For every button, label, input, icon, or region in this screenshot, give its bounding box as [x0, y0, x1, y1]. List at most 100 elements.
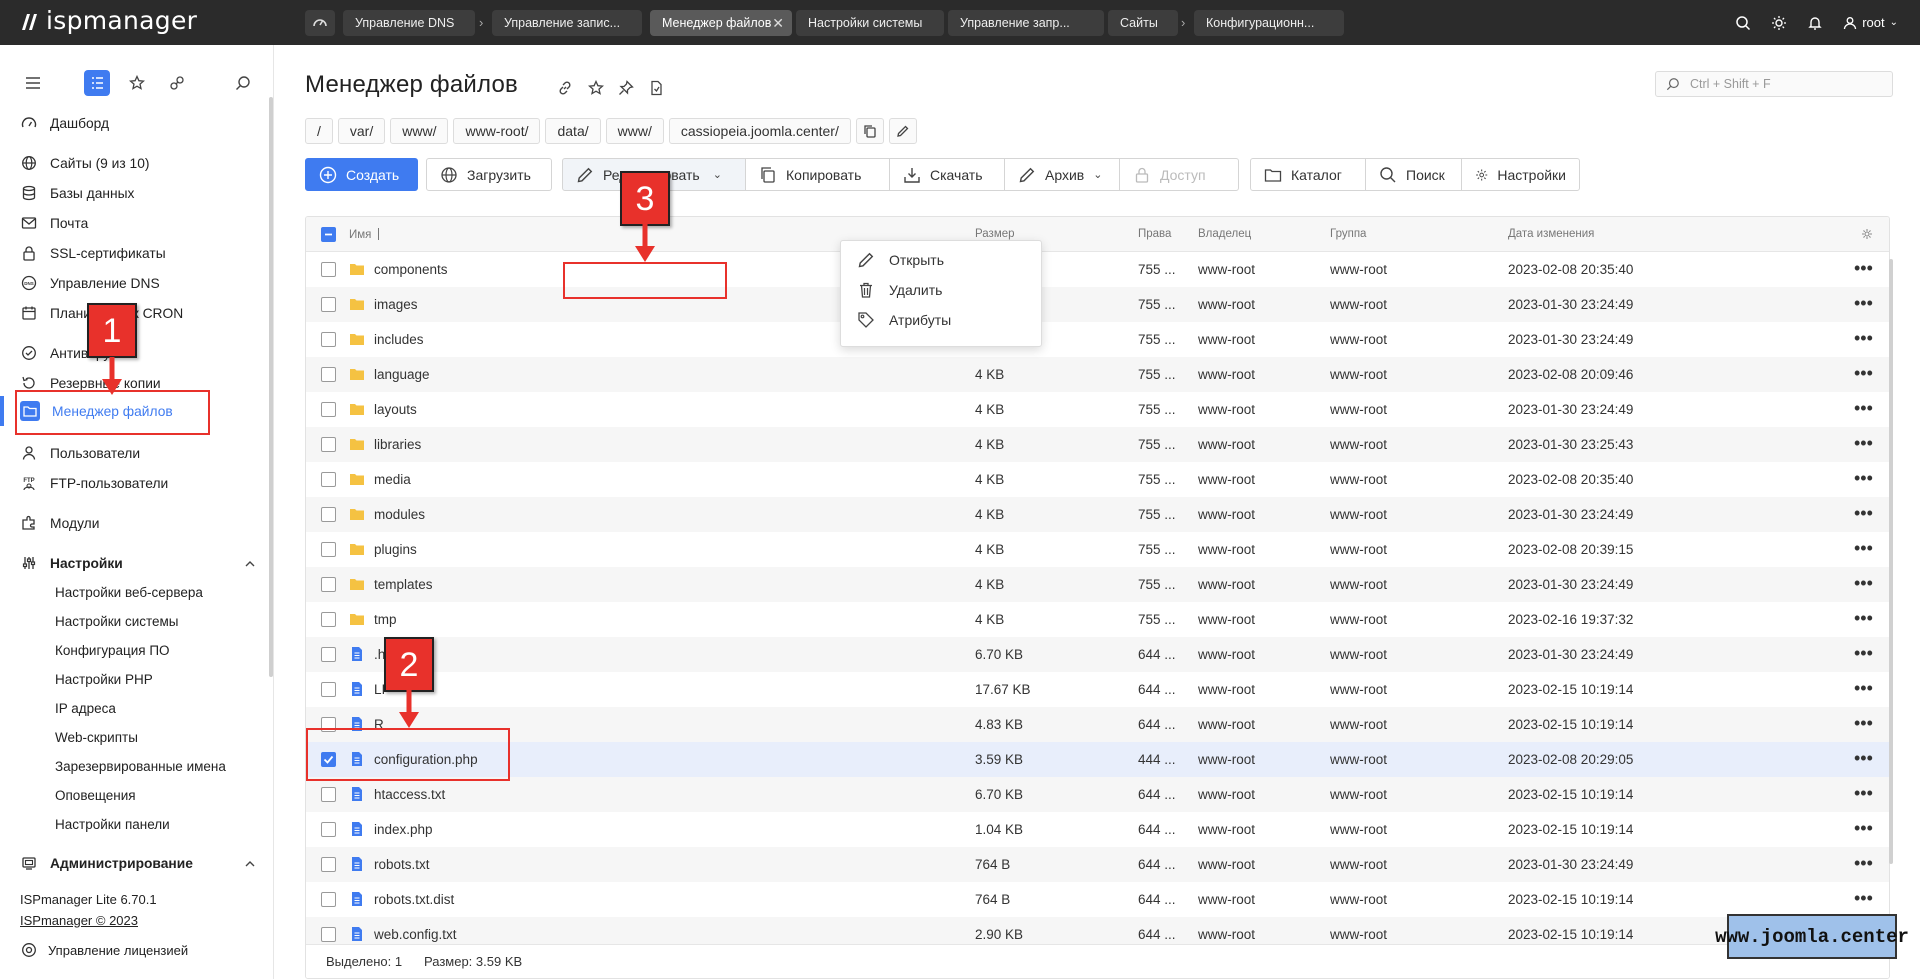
column-owner[interactable]: Владелец: [1198, 228, 1251, 240]
row-menu-icon[interactable]: •••: [1854, 644, 1873, 662]
table-row[interactable]: images4 KB755 ...www-rootwww-root2023-01…: [306, 287, 1889, 322]
table-row[interactable]: LI 17.67 KB 644 ... www-root www-root 2023-02…: [306, 672, 1889, 707]
file-name[interactable]: plugins: [374, 542, 417, 557]
download-button[interactable]: Скачать: [889, 158, 1005, 191]
chevron-up-icon[interactable]: [245, 859, 255, 869]
edit-path-button[interactable]: [888, 118, 917, 144]
file-name[interactable]: media: [374, 472, 411, 487]
menu-toggle-button[interactable]: [20, 70, 46, 96]
row-checkbox[interactable]: [321, 857, 336, 872]
row-checkbox[interactable]: [321, 297, 336, 312]
row-checkbox[interactable]: [321, 262, 336, 277]
row-checkbox[interactable]: [321, 367, 336, 382]
license-link[interactable]: Управление лицензией: [20, 937, 188, 963]
table-row[interactable]: templates 4 KB 755 ... www-root www-root 2023…: [306, 567, 1889, 602]
row-menu-icon[interactable]: •••: [1854, 819, 1873, 837]
row-menu-icon[interactable]: •••: [1854, 679, 1873, 697]
menu-item-attributes[interactable]: Атрибуты: [857, 306, 951, 334]
row-checkbox[interactable]: [321, 542, 336, 557]
sidebar-item-mail[interactable]: Почта: [20, 210, 88, 236]
breadcrumb-item[interactable]: www-root/: [453, 118, 541, 144]
table-row[interactable]: includes4 KB755 ...www-rootwww-root2023-…: [306, 322, 1889, 357]
sidebar-sub-php[interactable]: Настройки PHP: [55, 669, 153, 691]
file-name[interactable]: components: [374, 262, 448, 277]
column-modified[interactable]: Дата изменения: [1508, 228, 1594, 240]
breadcrumb-item[interactable]: cassiopeia.joomla.center/: [668, 118, 851, 144]
tab-dns[interactable]: Управление DNS: [343, 10, 475, 36]
pin-button[interactable]: [616, 78, 636, 98]
table-row[interactable]: robots.txt.dist 764 B 644 ... www-root www-r…: [306, 882, 1889, 917]
table-row[interactable]: R 4.83 KB 644 ... www-root www-root 2023-02-1…: [306, 707, 1889, 742]
row-checkbox[interactable]: [321, 892, 336, 907]
sidebar-sub-ip[interactable]: IP адреса: [55, 698, 116, 720]
tab-sites[interactable]: Сайты: [1108, 10, 1178, 36]
row-menu-icon[interactable]: •••: [1854, 784, 1873, 802]
row-checkbox[interactable]: [321, 787, 336, 802]
table-row[interactable]: libraries 4 KB 755 ... www-root www-root 2023…: [306, 427, 1889, 462]
export-button[interactable]: [646, 78, 666, 98]
row-menu-icon[interactable]: •••: [1854, 539, 1873, 557]
table-row[interactable]: components4 KB755 ...www-rootwww-root202…: [306, 252, 1889, 287]
menu-item-open[interactable]: Открыть: [857, 246, 944, 274]
copyright-link[interactable]: ISPmanager © 2023: [20, 913, 138, 928]
table-row[interactable]: .h 6.70 KB 644 ... www-root www-root 2023-01-…: [306, 637, 1889, 672]
row-menu-icon[interactable]: •••: [1854, 364, 1873, 382]
row-menu-icon[interactable]: •••: [1854, 854, 1873, 872]
sidebar-sub-notifications[interactable]: Оповещения: [55, 785, 136, 807]
copy-path-button[interactable]: [855, 118, 884, 144]
row-menu-icon[interactable]: •••: [1854, 329, 1873, 347]
file-name[interactable]: layouts: [374, 402, 417, 417]
favorites-button[interactable]: [124, 70, 150, 96]
sidebar-group-admin[interactable]: Администрирование: [20, 850, 193, 876]
table-row[interactable]: layouts 4 KB 755 ... www-root www-root 2023-0…: [306, 392, 1889, 427]
dashboard-tab-button[interactable]: [305, 10, 335, 36]
row-menu-icon[interactable]: •••: [1854, 714, 1873, 732]
sidebar-item-ssl[interactable]: SSL-сертификаты: [20, 240, 166, 266]
favorite-button[interactable]: [586, 78, 606, 98]
file-name[interactable]: index.php: [374, 822, 433, 837]
sidebar-item-users[interactable]: Пользователи: [20, 440, 140, 466]
sidebar-item-databases[interactable]: Базы данных: [20, 180, 134, 206]
column-name[interactable]: Имя: [349, 228, 388, 241]
row-checkbox[interactable]: [321, 612, 336, 627]
sidebar-sub-panel[interactable]: Настройки панели: [55, 814, 170, 836]
catalog-button[interactable]: Каталог: [1250, 158, 1366, 191]
link-button[interactable]: [555, 78, 575, 98]
row-menu-icon[interactable]: •••: [1854, 399, 1873, 417]
archive-button[interactable]: Архив ⌄: [1004, 158, 1120, 191]
logo[interactable]: ispmanager: [18, 6, 197, 35]
table-row[interactable]: htaccess.txt 6.70 KB 644 ... www-root www-ro…: [306, 777, 1889, 812]
close-icon[interactable]: ✕: [772, 10, 784, 36]
global-search-input[interactable]: Ctrl + Shift + F: [1655, 71, 1893, 97]
file-name[interactable]: web.config.txt: [374, 927, 457, 942]
row-menu-icon[interactable]: •••: [1854, 434, 1873, 452]
sidebar-scrollbar[interactable]: [269, 97, 273, 677]
create-button[interactable]: Создать: [305, 158, 418, 191]
sidebar-sub-webscripts[interactable]: Web-скрипты: [55, 727, 138, 749]
row-checkbox[interactable]: [321, 332, 336, 347]
table-row[interactable]: configuration.php 3.59 KB 444 ... www-root w…: [306, 742, 1889, 777]
file-name[interactable]: robots.txt.dist: [374, 892, 454, 907]
row-checkbox[interactable]: [321, 437, 336, 452]
table-row[interactable]: modules 4 KB 755 ... www-root www-root 2023-0…: [306, 497, 1889, 532]
table-row[interactable]: tmp 4 KB 755 ... www-root www-root 2023-02-16…: [306, 602, 1889, 637]
theme-button[interactable]: [1761, 0, 1797, 45]
row-checkbox[interactable]: [321, 507, 336, 522]
access-button[interactable]: Доступ: [1119, 158, 1239, 191]
file-name[interactable]: libraries: [374, 437, 421, 452]
row-menu-icon[interactable]: •••: [1854, 504, 1873, 522]
row-menu-icon[interactable]: •••: [1854, 889, 1873, 907]
sidebar-sub-software[interactable]: Конфигурация ПО: [55, 640, 170, 662]
row-menu-icon[interactable]: •••: [1854, 749, 1873, 767]
file-name[interactable]: templates: [374, 577, 433, 592]
row-menu-icon[interactable]: •••: [1854, 574, 1873, 592]
sidebar-sub-reserved[interactable]: Зарезервированные имена: [55, 756, 226, 778]
row-menu-icon[interactable]: •••: [1854, 469, 1873, 487]
breadcrumb-item[interactable]: var/: [337, 118, 386, 144]
breadcrumb-item[interactable]: data/: [545, 118, 601, 144]
select-all-checkbox[interactable]: [321, 227, 336, 242]
row-menu-icon[interactable]: •••: [1854, 294, 1873, 312]
breadcrumb-item[interactable]: www/: [605, 118, 664, 144]
breadcrumb-item[interactable]: /: [305, 118, 333, 144]
tab-file-manager[interactable]: Менеджер файлов ✕: [650, 10, 792, 36]
